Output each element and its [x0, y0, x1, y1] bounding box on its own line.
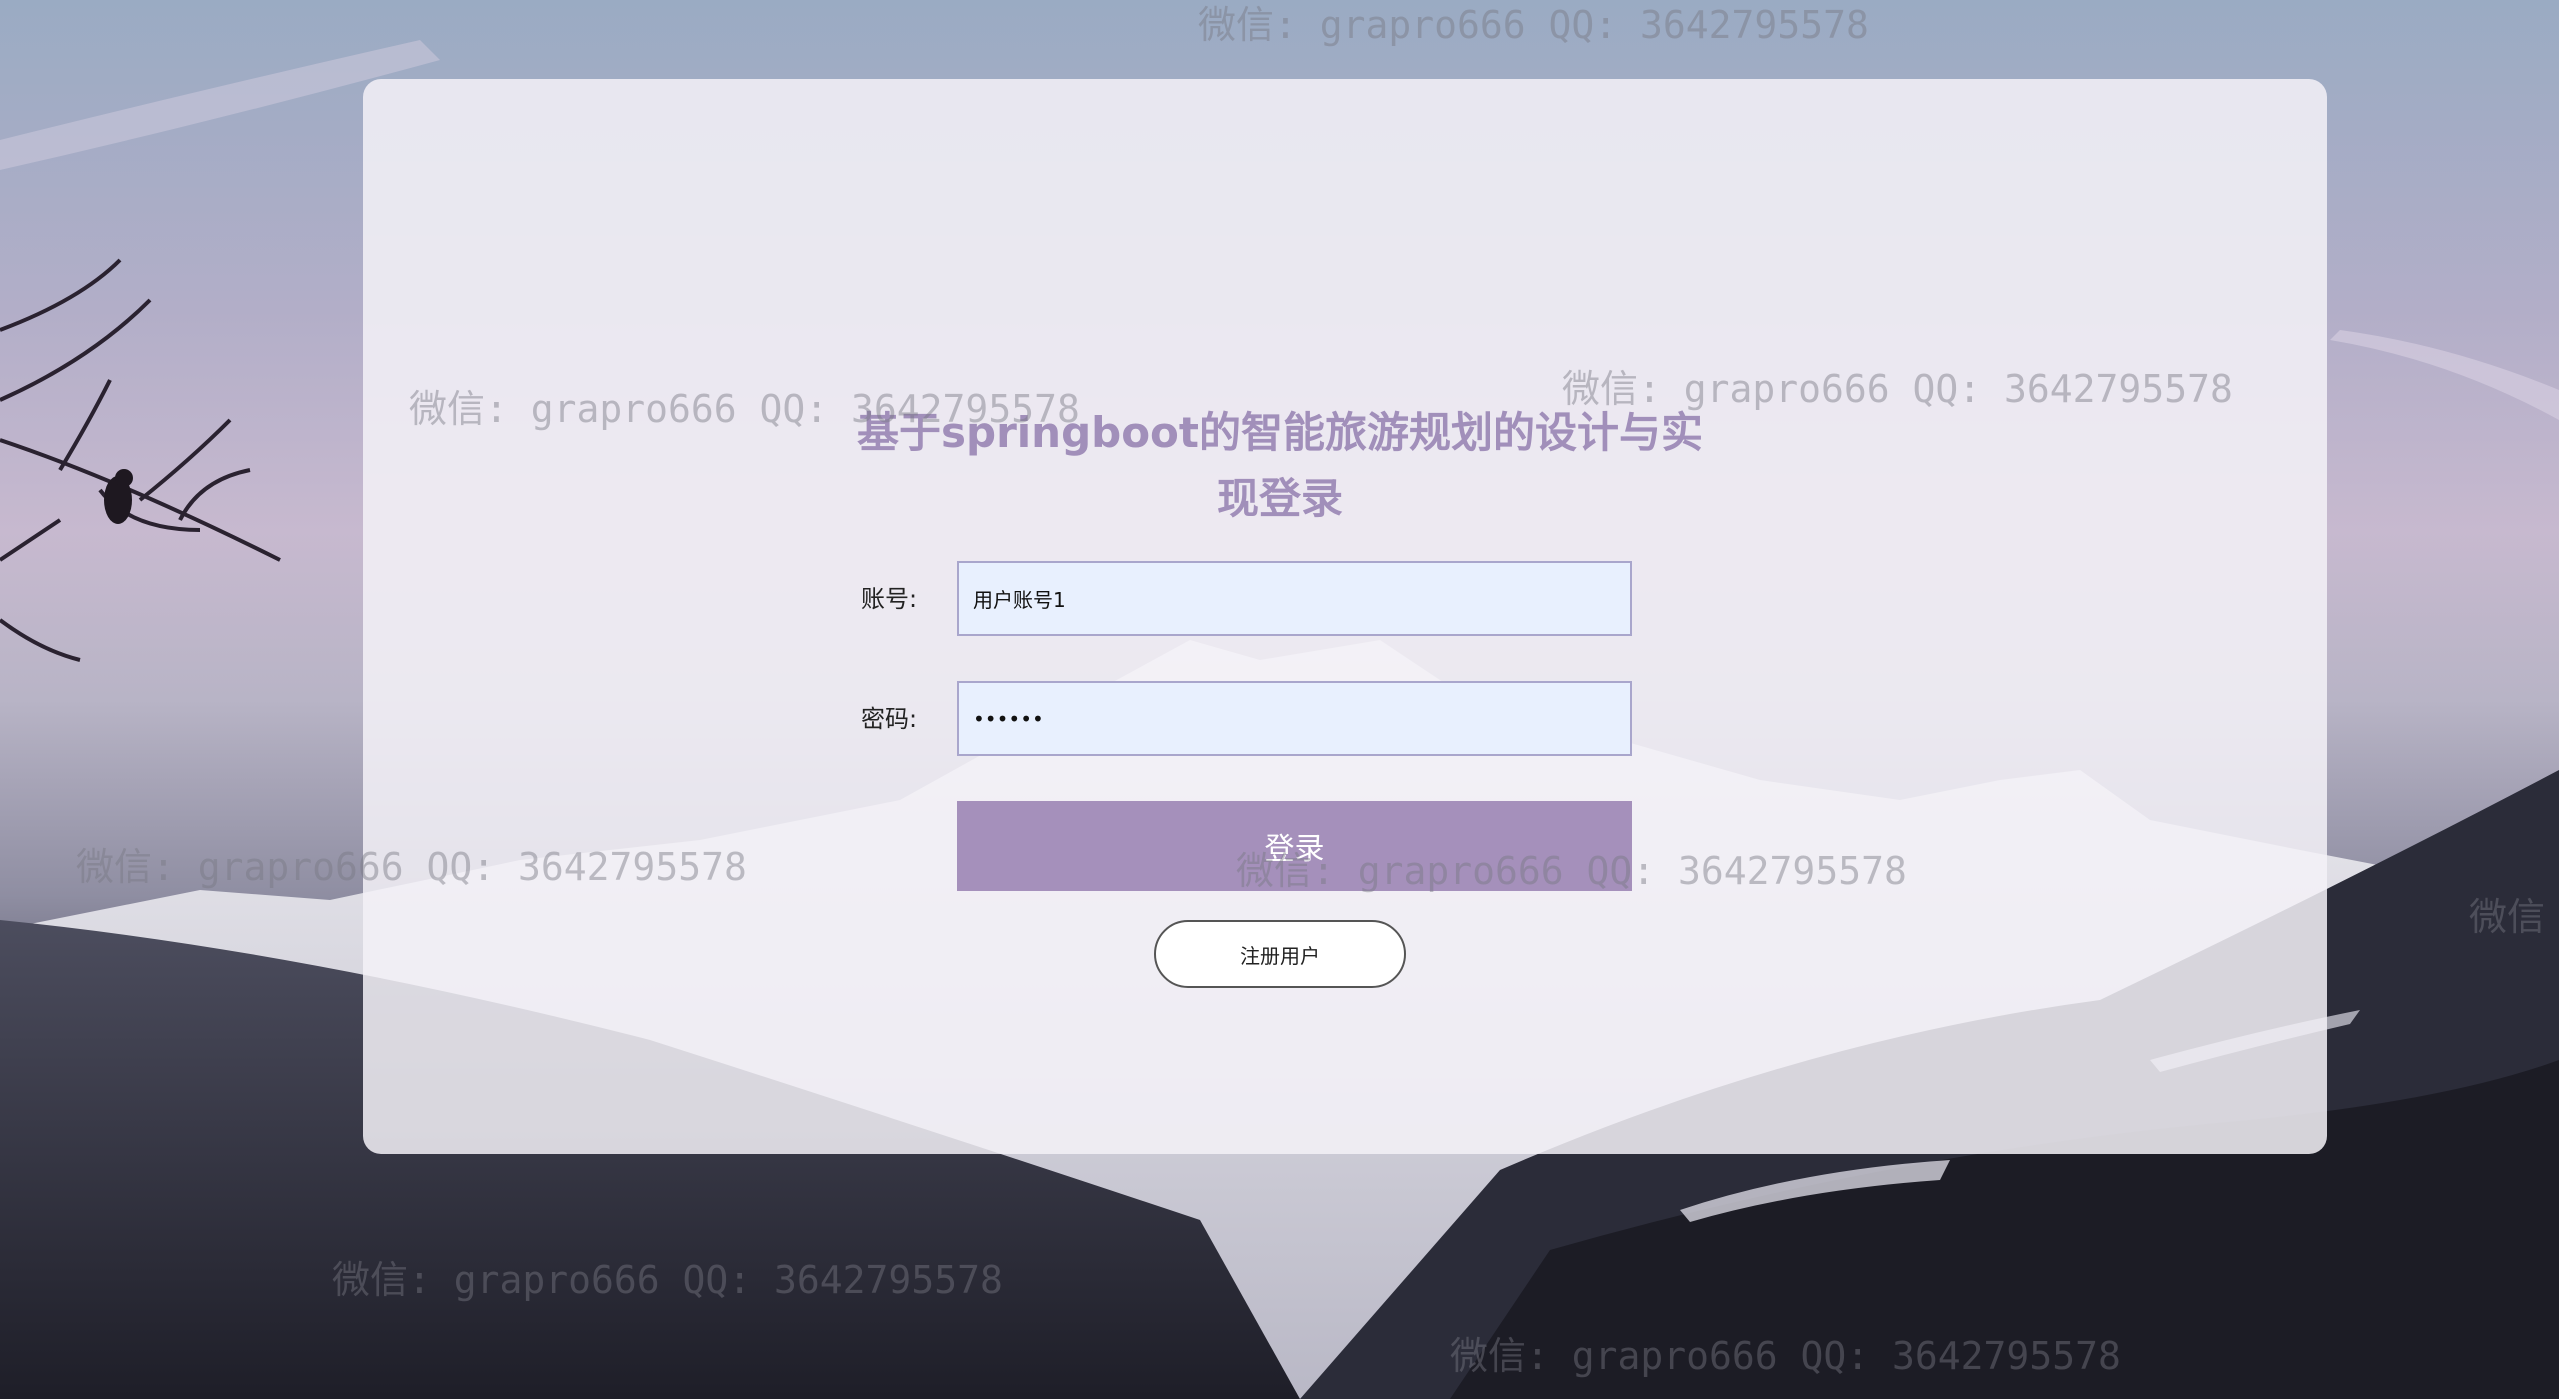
register-button[interactable]: 注册用户: [1154, 920, 1406, 988]
password-label: 密码:: [861, 705, 918, 733]
login-button[interactable]: 登录: [957, 801, 1632, 891]
account-label: 账号:: [861, 585, 918, 613]
page-title: 基于springboot的智能旅游规划的设计与实现登录: [857, 408, 1703, 523]
tree-branches: [0, 258, 281, 662]
login-page: 基于springboot的智能旅游规划的设计与实现登录 账号: 密码: 登录 注…: [0, 0, 2559, 1399]
password-input[interactable]: [957, 681, 1632, 756]
account-input[interactable]: [957, 561, 1632, 636]
